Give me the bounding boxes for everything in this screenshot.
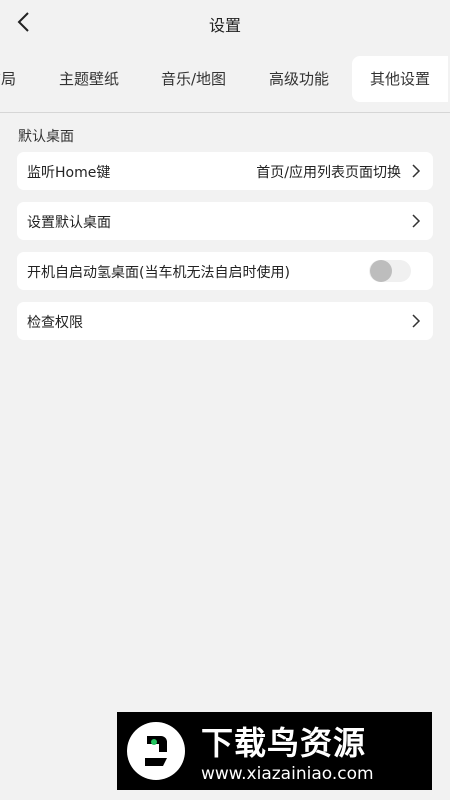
- tab-bar: 布局 主题壁纸 音乐/地图 高级功能 其他设置: [0, 56, 450, 102]
- toggle-knob: [370, 260, 392, 282]
- tab-advanced[interactable]: 高级功能: [269, 56, 329, 102]
- chevron-right-icon: [412, 314, 421, 328]
- tab-theme-wallpaper[interactable]: 主题壁纸: [59, 56, 119, 102]
- chevron-right-icon: [412, 164, 421, 178]
- setting-autostart: 开机自启动氢桌面(当车机无法自启时使用): [17, 252, 433, 290]
- tab-layout[interactable]: 布局: [0, 56, 16, 102]
- header-bar: 设置: [0, 0, 450, 46]
- section-title: 默认桌面: [18, 129, 74, 145]
- autostart-toggle[interactable]: [369, 260, 411, 282]
- setting-value: 首页/应用列表页面切换: [256, 165, 401, 181]
- setting-label: 监听Home键: [27, 165, 111, 181]
- tab-other-settings[interactable]: 其他设置: [352, 56, 449, 102]
- watermark-banner: 下载鸟资源 www.xiazainiao.com: [117, 712, 432, 790]
- setting-default-desktop[interactable]: 设置默认桌面: [17, 202, 433, 240]
- tab-music-map[interactable]: 音乐/地图: [161, 56, 226, 102]
- bird-logo-icon: [127, 722, 185, 780]
- page-title: 设置: [208, 16, 241, 35]
- watermark-url: www.xiazainiao.com: [201, 764, 374, 784]
- setting-label: 设置默认桌面: [27, 215, 111, 231]
- watermark-text: 下载鸟资源: [201, 724, 367, 762]
- setting-check-permissions[interactable]: 检查权限: [17, 302, 433, 340]
- setting-label: 检查权限: [27, 315, 83, 331]
- chevron-right-icon: [412, 214, 421, 228]
- setting-label: 开机自启动氢桌面(当车机无法自启时使用): [27, 265, 290, 281]
- setting-listen-home-key[interactable]: 监听Home键 首页/应用列表页面切换: [17, 152, 433, 190]
- tab-divider: [0, 112, 450, 113]
